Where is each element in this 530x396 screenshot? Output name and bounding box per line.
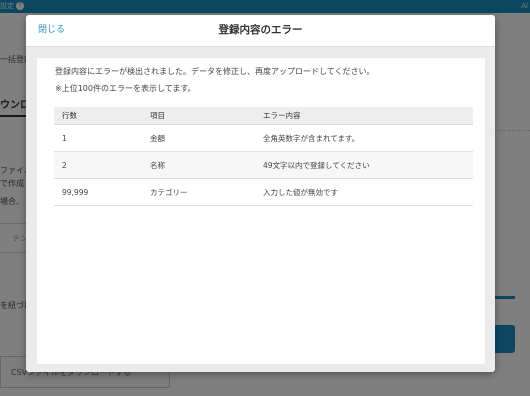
cell-row-number: 2: [54, 151, 142, 179]
cell-error: 入力した値が無効です: [255, 178, 473, 206]
close-button[interactable]: 閉じる: [38, 15, 65, 45]
error-note: ※上位100件のエラーを表示してます。: [55, 84, 196, 93]
cell-error: 49文字以内で登録してください: [255, 151, 473, 179]
modal-header: 登録内容のエラー 閉じる: [26, 15, 495, 47]
column-header-row-number: 行数: [54, 107, 142, 125]
cell-field: 金額: [142, 124, 255, 152]
table-row: 99,999 カテゴリー 入力した値が無効です: [54, 178, 473, 206]
cell-error: 全角英数字が含まれてます。: [255, 124, 473, 152]
modal-title: 登録内容のエラー: [218, 24, 303, 36]
column-header-field: 項目: [142, 107, 255, 125]
cell-field: カテゴリー: [142, 178, 255, 206]
column-header-error: エラー内容: [255, 107, 473, 125]
cell-row-number: 1: [54, 124, 142, 152]
error-table: 行数 項目 エラー内容 1 金額 全角英数字が含まれてます。 2 名称 49文字…: [54, 107, 473, 206]
cell-row-number: 99,999: [54, 178, 142, 206]
modal-body: 登録内容にエラーが検出されました。データを修正し、再度アップロードしてください。…: [37, 58, 485, 364]
table-row: 1 金額 全角英数字が含まれてます。: [54, 124, 473, 152]
error-message: 登録内容にエラーが検出されました。データを修正し、再度アップロードしてください。: [55, 67, 375, 76]
table-header-row: 行数 項目 エラー内容: [54, 107, 473, 125]
cell-field: 名称: [142, 151, 255, 179]
table-row: 2 名称 49文字以内で登録してください: [54, 151, 473, 179]
error-modal: 登録内容のエラー 閉じる 登録内容にエラーが検出されました。データを修正し、再度…: [26, 15, 495, 372]
